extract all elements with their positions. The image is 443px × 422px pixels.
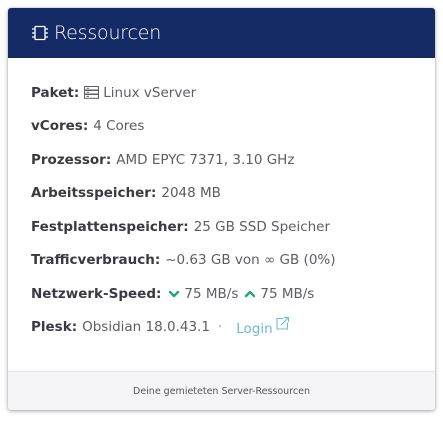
row-vcores: vCores: 4 Cores — [31, 110, 435, 144]
resources-list: Paket: Linux vServer vCores: 4 Cores Pro… — [8, 58, 435, 344]
separator-dot: · — [217, 319, 223, 336]
card-title: Ressourcen — [54, 22, 162, 44]
card-header: Ressourcen — [8, 8, 435, 58]
chevron-down-icon — [168, 289, 180, 299]
row-paket: Paket: Linux vServer — [31, 76, 435, 110]
footer-text: Deine gemieteten Server-Ressourcen — [133, 385, 310, 397]
plesk-login-link[interactable]: Login — [236, 316, 290, 337]
row-trafficverbrauch: Trafficverbrauch: ~0.63 GB von ∞ GB (0%) — [31, 244, 435, 278]
row-plesk: Plesk: Obsidian 18.0.43.1 · Login — [31, 311, 435, 345]
row-netzwerk-speed: Netzwerk-Speed: 75 MB/s 75 MB/s — [31, 277, 435, 311]
plesk-version: Obsidian 18.0.43.1 — [82, 319, 210, 336]
row-arbeitsspeicher: Arbeitsspeicher: 2048 MB — [31, 177, 435, 211]
row-prozessor: Prozessor: AMD EPYC 7371, 3.10 GHz — [31, 143, 435, 177]
prozessor-label: Prozessor: — [31, 151, 112, 168]
netzwerk-label: Netzwerk-Speed: — [31, 285, 162, 302]
vcores-value: 4 Cores — [93, 118, 145, 135]
download-speed: 75 MB/s — [184, 285, 239, 302]
prozessor-value: AMD EPYC 7371, 3.10 GHz — [116, 151, 295, 168]
row-festplattenspeicher: Festplattenspeicher: 25 GB SSD Speicher — [31, 210, 435, 244]
paket-value: Linux vServer — [103, 84, 197, 101]
chevron-up-icon — [244, 289, 256, 299]
external-link-icon[interactable] — [275, 316, 290, 331]
plesk-label: Plesk: — [31, 319, 78, 336]
arbeitsspeicher-label: Arbeitsspeicher: — [31, 185, 157, 202]
server-icon — [84, 86, 100, 100]
resources-card: Ressourcen Paket: Linux vServer vCores: … — [8, 8, 435, 410]
vcores-label: vCores: — [31, 118, 89, 135]
chip-icon — [30, 23, 50, 43]
arbeitsspeicher-value: 2048 MB — [161, 185, 221, 202]
card-footer: Deine gemieteten Server-Ressourcen — [8, 371, 435, 410]
festplatte-value: 25 GB SSD Speicher — [193, 218, 331, 235]
festplatte-label: Festplattenspeicher: — [31, 218, 189, 235]
paket-label: Paket: — [31, 84, 80, 101]
traffic-value: ~0.63 GB von ∞ GB (0%) — [165, 252, 336, 269]
traffic-label: Trafficverbrauch: — [31, 252, 161, 269]
upload-speed: 75 MB/s — [260, 285, 315, 302]
login-label[interactable]: Login — [236, 321, 272, 337]
